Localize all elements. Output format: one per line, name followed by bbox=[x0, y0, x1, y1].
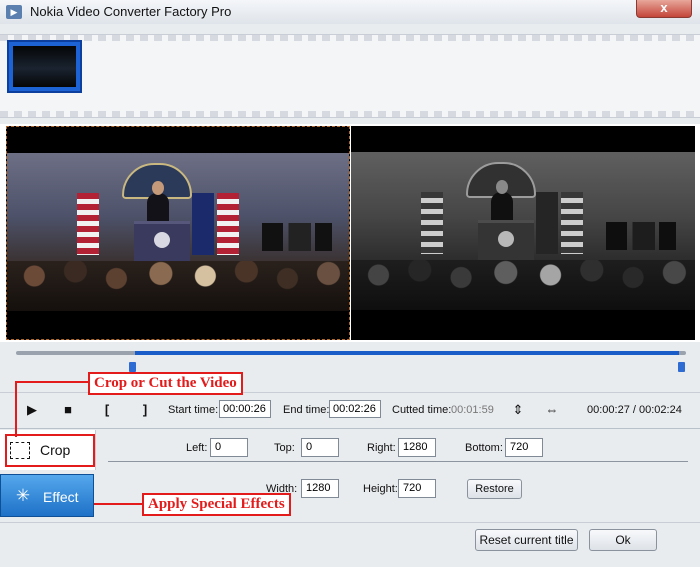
end-time-label: End time: bbox=[283, 404, 330, 416]
end-time-input[interactable]: 00:02:26 bbox=[329, 400, 381, 418]
window-title: Nokia Video Converter Factory Pro bbox=[30, 4, 232, 19]
right-input[interactable]: 1280 bbox=[398, 438, 436, 457]
callout-connector bbox=[94, 503, 142, 505]
callout-connector bbox=[15, 381, 88, 383]
cutted-time-value: 00:01:59 bbox=[451, 404, 494, 416]
flip-vertical-icon[interactable]: ⇕ bbox=[508, 400, 528, 420]
section-divider bbox=[0, 428, 700, 429]
stop-icon[interactable]: ■ bbox=[58, 400, 78, 420]
output-preview bbox=[351, 126, 695, 340]
tab-effect[interactable]: ✳ Effect bbox=[0, 474, 94, 517]
app-icon: ▶ bbox=[6, 5, 22, 19]
video-thumbnail[interactable] bbox=[7, 40, 82, 93]
start-time-label: Start time: bbox=[168, 404, 219, 416]
video-frame bbox=[351, 152, 695, 310]
ok-button[interactable]: Ok bbox=[589, 529, 657, 551]
left-label: Left: bbox=[186, 442, 208, 454]
bottom-input[interactable]: 720 bbox=[505, 438, 543, 457]
cutted-time-label: Cutted time: bbox=[392, 404, 452, 416]
effect-callout: Apply Special Effects bbox=[142, 493, 291, 516]
time-display: 00:00:27 / 00:02:24 bbox=[587, 404, 682, 416]
height-label: Height: bbox=[363, 483, 398, 495]
height-input[interactable]: 720 bbox=[398, 479, 436, 498]
video-frame bbox=[7, 153, 349, 311]
reset-current-title-button[interactable]: Reset current title bbox=[475, 529, 578, 551]
callout-connector bbox=[15, 381, 17, 437]
title-bar: ▶ Nokia Video Converter Factory Pro x bbox=[0, 0, 700, 24]
width-input[interactable]: 1280 bbox=[301, 479, 339, 498]
start-marker-handle[interactable] bbox=[129, 362, 136, 372]
crop-highlight bbox=[5, 434, 95, 467]
restore-button[interactable]: Restore bbox=[467, 479, 522, 499]
mark-in-icon[interactable]: [ bbox=[97, 400, 117, 420]
left-input[interactable]: 0 bbox=[210, 438, 248, 457]
flip-horizontal-icon[interactable]: ⇔ bbox=[542, 400, 562, 420]
crop-separator bbox=[108, 461, 688, 462]
mark-out-icon[interactable]: ] bbox=[135, 400, 155, 420]
filmstrip-perforation-top bbox=[0, 35, 700, 41]
filmstrip bbox=[0, 34, 700, 118]
filmstrip-perforation-bottom bbox=[0, 111, 700, 117]
top-input[interactable]: 0 bbox=[301, 438, 339, 457]
end-marker-handle[interactable] bbox=[678, 362, 685, 372]
play-icon[interactable]: ▶ bbox=[22, 400, 42, 420]
effect-icon: ✳ bbox=[15, 486, 31, 505]
crop-callout: Crop or Cut the Video bbox=[88, 372, 243, 395]
close-button[interactable]: x bbox=[636, 0, 692, 18]
tab-effect-label: Effect bbox=[43, 489, 79, 505]
original-preview[interactable] bbox=[6, 126, 350, 340]
timeline-selection bbox=[135, 351, 679, 355]
start-time-input[interactable]: 00:00:26 bbox=[219, 400, 271, 418]
bottom-label: Bottom: bbox=[465, 442, 503, 454]
top-label: Top: bbox=[274, 442, 295, 454]
right-label: Right: bbox=[367, 442, 396, 454]
preview-area bbox=[0, 124, 700, 342]
